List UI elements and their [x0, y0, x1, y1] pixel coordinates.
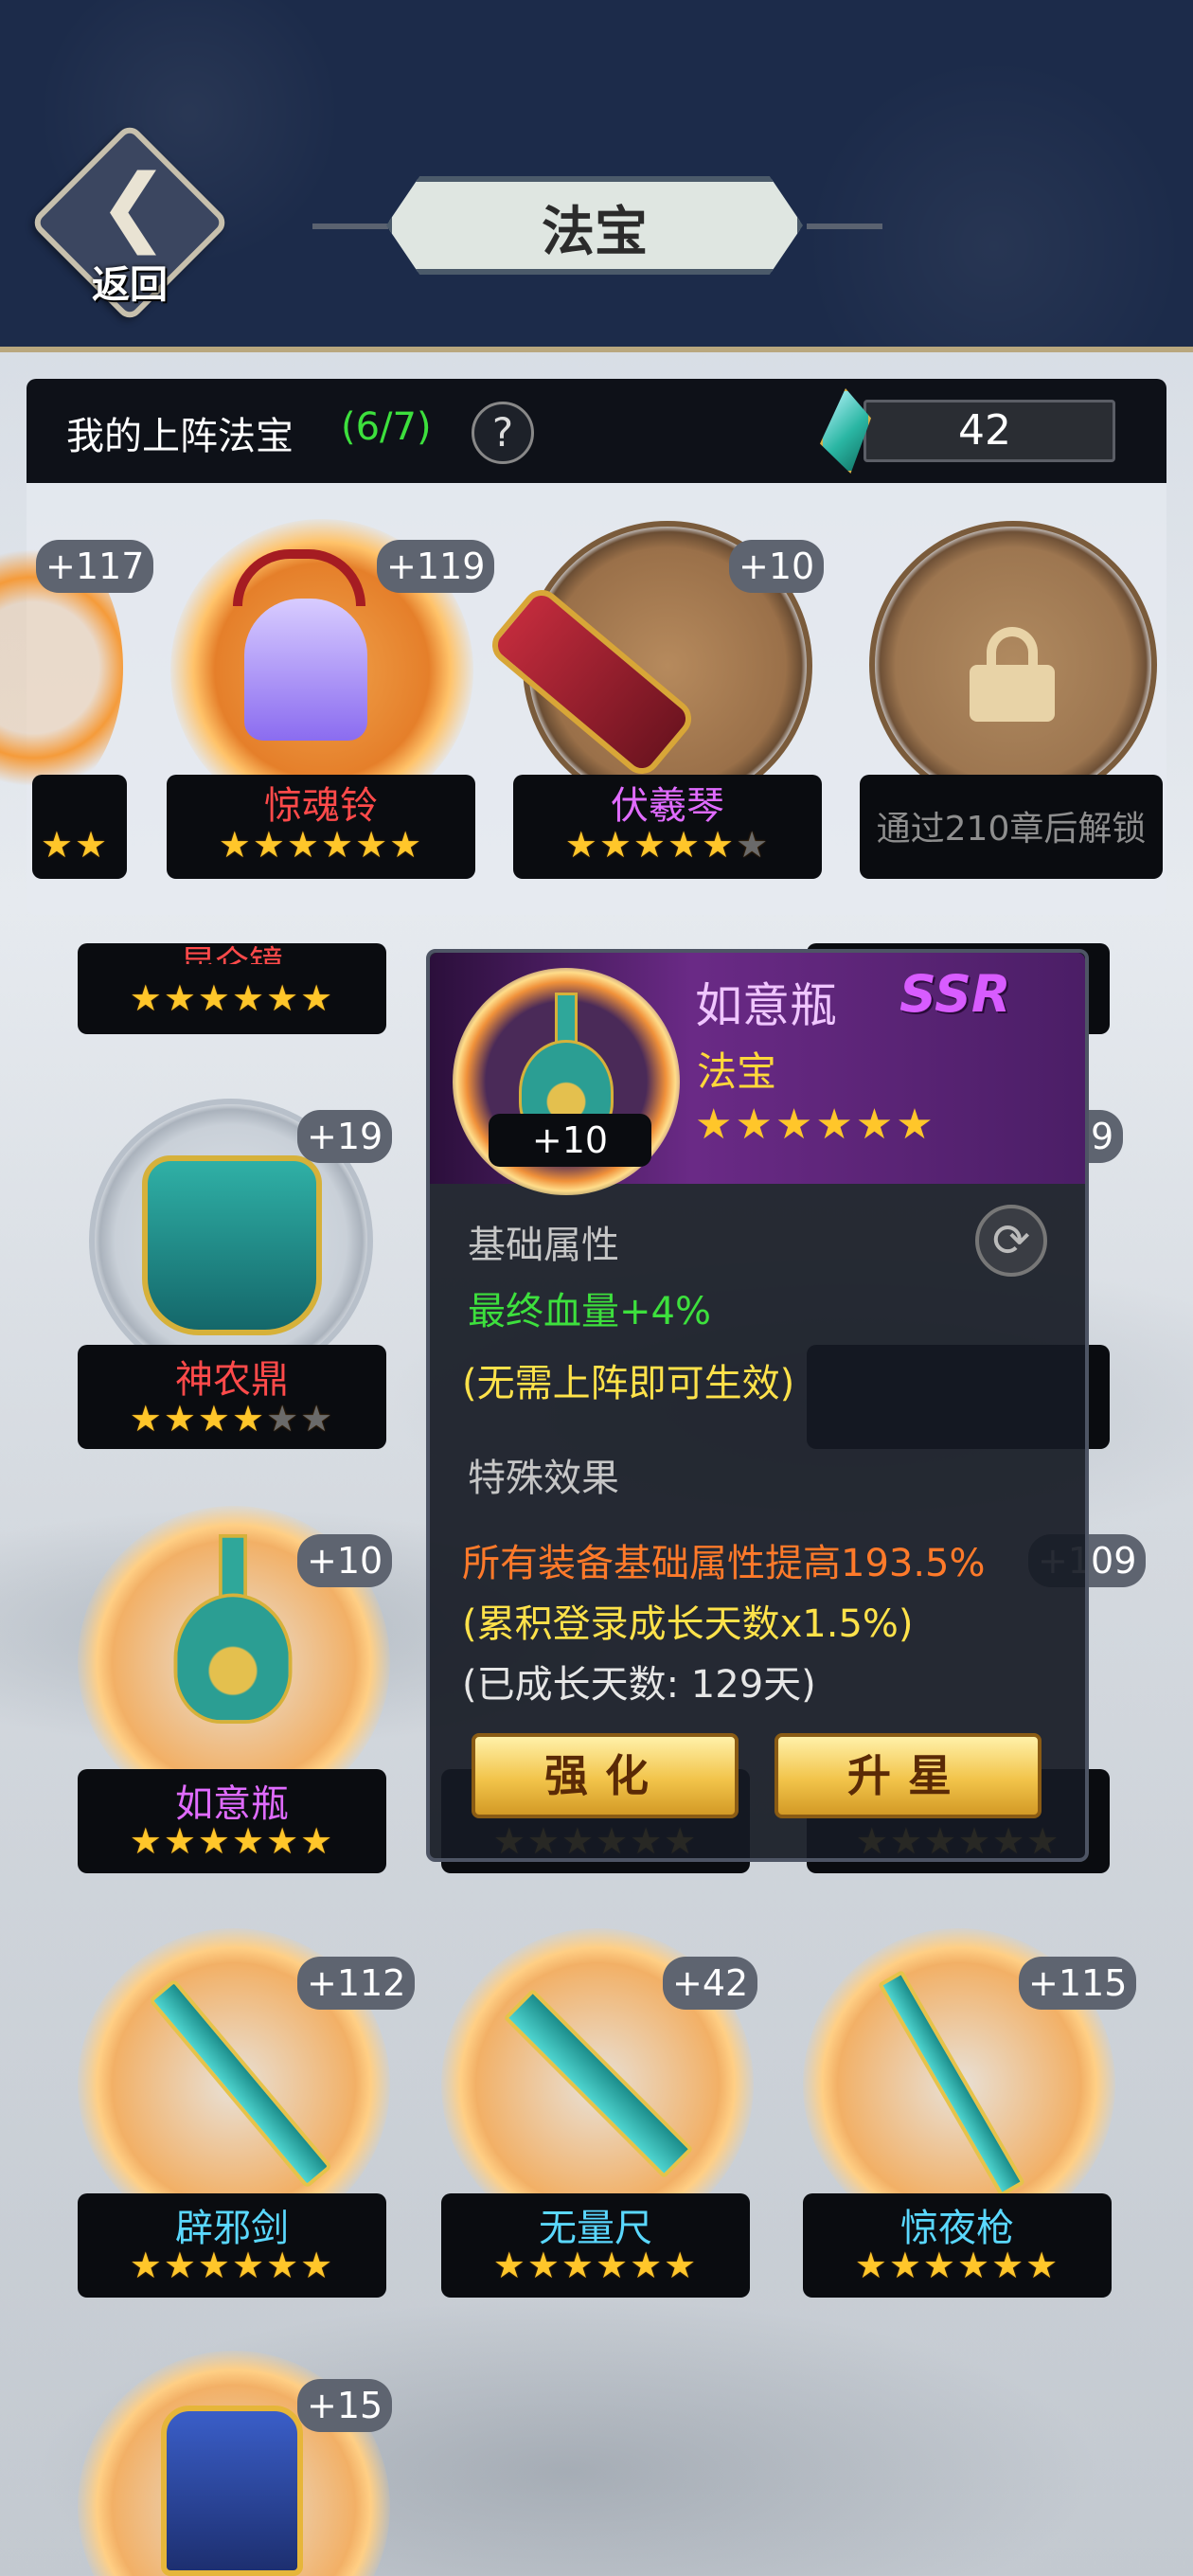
- enhance-button[interactable]: 强化: [472, 1733, 739, 1818]
- basic-attr-title: 基础属性: [468, 1224, 619, 1267]
- basic-attr-value: 最终血量+4%: [468, 1290, 711, 1333]
- plus-badge: +42: [663, 1957, 758, 2010]
- slot-name: 伏羲琴: [611, 784, 724, 828]
- popup-item-type: 法宝: [697, 1048, 777, 1095]
- unlock-hint: 通过210章后解锁: [876, 810, 1147, 849]
- refresh-icon[interactable]: ⟳: [975, 1205, 1047, 1277]
- currency-value: 42: [958, 406, 1011, 455]
- back-label[interactable]: 返回: [68, 254, 191, 309]
- slot-stars: ★★★★★★: [854, 2245, 1060, 2286]
- slot-name: 昆仑镜: [180, 944, 283, 964]
- equipped-title: 我的上阵法宝: [66, 415, 294, 458]
- vase-icon: [173, 1534, 293, 1724]
- popup-item-name: 如意瓶: [695, 978, 837, 1033]
- equipped-count: (6/7): [341, 405, 432, 449]
- help-icon[interactable]: ?: [472, 402, 534, 464]
- slot-stars: ★★★★★★: [218, 824, 424, 866]
- special-effect-line2: (累积登录成长天数x1.5%): [462, 1602, 914, 1646]
- armor-icon: [161, 2406, 303, 2576]
- plus-badge: +10: [729, 540, 825, 593]
- title-ornament-right: [807, 224, 882, 229]
- upgrade-star-button[interactable]: 升星: [775, 1733, 1042, 1818]
- slot-name: 惊魂铃: [264, 784, 378, 828]
- page-title: 法宝: [542, 201, 648, 263]
- plus-badge: +15: [297, 2379, 393, 2432]
- slot-stars: ★★★★★★: [564, 824, 771, 866]
- plus-badge: +10: [297, 1534, 393, 1587]
- plus-badge: +119: [377, 540, 495, 593]
- popup-rarity: SSR: [899, 964, 1011, 1024]
- title-ornament-left: [312, 224, 388, 229]
- basic-attr-note: (无需上阵即可生效): [462, 1362, 795, 1405]
- special-effect-title: 特殊效果: [468, 1457, 619, 1500]
- back-arrow-icon: ❮: [98, 156, 169, 256]
- slot-stars: ★★★★★★: [129, 977, 335, 1019]
- plus-badge: +19: [297, 1110, 393, 1163]
- popup-plus-badge: +10: [489, 1114, 651, 1167]
- plus-badge: +115: [1019, 1957, 1137, 2010]
- lock-icon: [970, 627, 1055, 722]
- slot-stars: ★★★★★★: [129, 2245, 335, 2286]
- slot-stars: ★★★★★★: [129, 1398, 335, 1440]
- plus-badge: +117: [36, 540, 154, 593]
- special-effect-line1: 所有装备基础属性提高193.5%: [462, 1542, 986, 1585]
- slot-stars: ★★★★★★: [492, 2245, 699, 2286]
- slot-name: 神农鼎: [175, 1358, 289, 1402]
- slot-stars: ★★: [40, 824, 110, 866]
- popup-stars: ★★★★★★: [695, 1100, 936, 1149]
- plus-badge: +112: [297, 1957, 416, 2010]
- bell-icon: [244, 599, 367, 741]
- slot-stars: ★★★★★★: [129, 1820, 335, 1862]
- cauldron-icon: [142, 1155, 322, 1335]
- special-effect-line3: (已成长天数: 129天): [462, 1663, 816, 1707]
